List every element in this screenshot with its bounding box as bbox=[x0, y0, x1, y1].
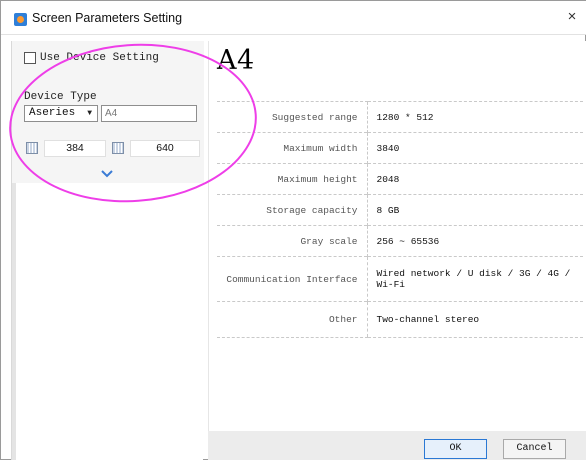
dropdown-arrow-icon: ▼ bbox=[87, 109, 92, 118]
device-settings-section: Use Device Setting Device Type Aseries ▼… bbox=[12, 41, 204, 183]
series-dropdown-value: Aseries bbox=[29, 107, 76, 119]
spec-value: 3840 bbox=[366, 132, 583, 164]
spec-label: Suggested range bbox=[217, 101, 367, 133]
device-type-label: Device Type bbox=[24, 91, 97, 103]
screen-app-icon bbox=[14, 13, 27, 26]
spec-value: 2048 bbox=[366, 163, 583, 195]
chevron-down-icon[interactable] bbox=[100, 169, 114, 179]
spec-label: Communication Interface bbox=[217, 256, 367, 302]
spec-table: Suggested range 1280 * 512 Maximum width… bbox=[217, 101, 583, 338]
spec-value: 256 ~ 65536 bbox=[366, 225, 583, 257]
dialog-window: Screen Parameters Setting × Use Device S… bbox=[0, 0, 586, 460]
ok-button[interactable]: OK bbox=[424, 439, 487, 459]
cancel-button[interactable]: Cancel bbox=[503, 439, 566, 459]
table-row: Maximum width 3840 bbox=[217, 132, 583, 164]
table-row: Storage capacity 8 GB bbox=[217, 194, 583, 226]
spec-label: Maximum height bbox=[217, 163, 367, 195]
spec-label: Other bbox=[217, 301, 367, 338]
use-device-setting-checkbox[interactable] bbox=[24, 52, 36, 64]
model-field[interactable]: A4 bbox=[101, 105, 197, 122]
spec-label: Gray scale bbox=[217, 225, 367, 257]
table-row: Suggested range 1280 * 512 bbox=[217, 101, 583, 133]
use-device-setting-label: Use Device Setting bbox=[40, 52, 159, 64]
table-row: Maximum height 2048 bbox=[217, 163, 583, 195]
device-info-panel: A4 Suggested range 1280 * 512 Maximum wi… bbox=[208, 41, 586, 431]
width-icon bbox=[26, 142, 38, 154]
table-row: Other Two-channel stereo bbox=[217, 301, 583, 338]
title-bar[interactable]: Screen Parameters Setting × bbox=[1, 1, 586, 35]
series-dropdown[interactable]: Aseries ▼ bbox=[24, 105, 98, 122]
spec-value: 8 GB bbox=[366, 194, 583, 226]
table-row: Communication Interface Wired network / … bbox=[217, 256, 583, 302]
height-field[interactable]: 640 bbox=[130, 140, 200, 157]
width-field[interactable]: 384 bbox=[44, 140, 106, 157]
left-panel: Use Device Setting Device Type Aseries ▼… bbox=[11, 41, 204, 460]
use-device-setting-option[interactable]: Use Device Setting bbox=[24, 52, 159, 64]
spec-label: Maximum width bbox=[217, 132, 367, 164]
spec-label: Storage capacity bbox=[217, 194, 367, 226]
model-title: A4 bbox=[217, 45, 255, 76]
height-icon bbox=[112, 142, 124, 154]
close-icon[interactable]: × bbox=[563, 8, 581, 26]
spec-value: 1280 * 512 bbox=[366, 101, 583, 133]
screen-size-row: 384 640 bbox=[24, 140, 200, 157]
window-title: Screen Parameters Setting bbox=[32, 11, 183, 25]
table-row: Gray scale 256 ~ 65536 bbox=[217, 225, 583, 257]
spec-value: Two-channel stereo bbox=[366, 301, 583, 338]
spec-value: Wired network / U disk / 3G / 4G / Wi-Fi bbox=[366, 256, 583, 302]
